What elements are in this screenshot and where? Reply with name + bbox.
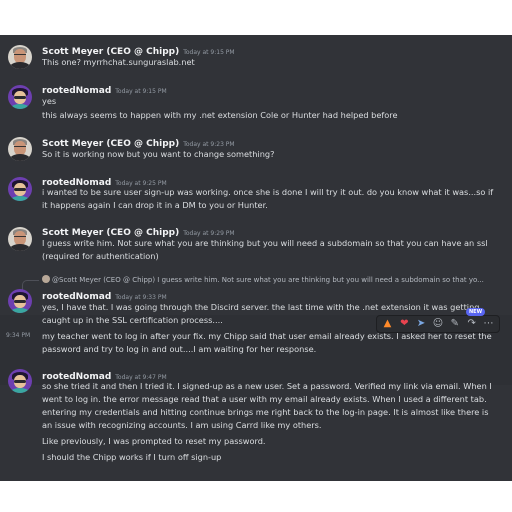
more-icon[interactable]: ⋯ <box>482 318 494 330</box>
reply-text: @Scott Meyer (CEO @ Chipp) I guess write… <box>52 276 484 284</box>
timestamp: Today at 9:33 PM <box>115 294 167 301</box>
add-reaction-icon[interactable]: ☺ <box>432 318 444 330</box>
message-text: i wanted to be sure user sign-up was wor… <box>42 187 494 197</box>
message-text: So it is working now but you want to cha… <box>42 149 275 159</box>
message-actions-toolbar: ▲ ❤ ➤ ☺ ✎ ↷ ⋯ <box>376 315 500 333</box>
fire-emoji-icon[interactable]: ▲ <box>381 318 393 330</box>
reply-avatar <box>42 275 50 283</box>
reply-preview[interactable]: @Scott Meyer (CEO @ Chipp) I guess write… <box>42 275 484 284</box>
avatar[interactable] <box>8 85 32 109</box>
message-text: an issue with recognizing accounts. I am… <box>42 420 322 430</box>
message-text: I should the Chipp works if I turn off s… <box>42 452 222 462</box>
message-text: I guess write him. Not sure what you are… <box>42 238 488 248</box>
timestamp: Today at 9:29 PM <box>183 230 235 237</box>
chat-pane: Scott Meyer (CEO @ Chipp) Today at 9:15 P… <box>0 35 512 481</box>
heart-emoji-icon[interactable]: ❤ <box>398 318 410 330</box>
message-text: Like previously, I was prompted to reset… <box>42 436 266 446</box>
message-text: entering my credentials and hitting cont… <box>42 407 489 417</box>
message-text: This one? myrrhchat.sunguraslab.net <box>42 57 195 67</box>
message-text: went to log in. the error message read t… <box>42 394 487 404</box>
avatar[interactable] <box>8 369 32 393</box>
new-badge: NEW <box>466 308 486 316</box>
avatar[interactable] <box>8 227 32 251</box>
message-text: it happens again I can drop it in a DM t… <box>42 200 268 210</box>
message-text: password and try to log in and out....I … <box>42 344 317 354</box>
timestamp: Today at 9:15 PM <box>183 49 235 56</box>
timestamp: Today at 9:23 PM <box>183 141 235 148</box>
message-text: this always seems to happen with my .net… <box>42 110 398 120</box>
timestamp: Today at 9:15 PM <box>115 88 167 95</box>
avatar[interactable] <box>8 45 32 69</box>
avatar[interactable] <box>8 289 32 313</box>
avatar[interactable] <box>8 177 32 201</box>
hover-timestamp: 9:34 PM <box>6 332 31 339</box>
message-text: yes <box>42 96 57 106</box>
avatar[interactable] <box>8 137 32 161</box>
edit-icon[interactable]: ✎ <box>449 318 461 330</box>
message-text: yes, I have that. I was going through th… <box>42 302 480 312</box>
rocket-emoji-icon[interactable]: ➤ <box>415 318 427 330</box>
message-text: so she tried it and then I tried it. I s… <box>42 381 492 391</box>
reply-icon[interactable]: ↷ <box>466 318 478 330</box>
message-text: (required for authentication) <box>42 251 159 261</box>
